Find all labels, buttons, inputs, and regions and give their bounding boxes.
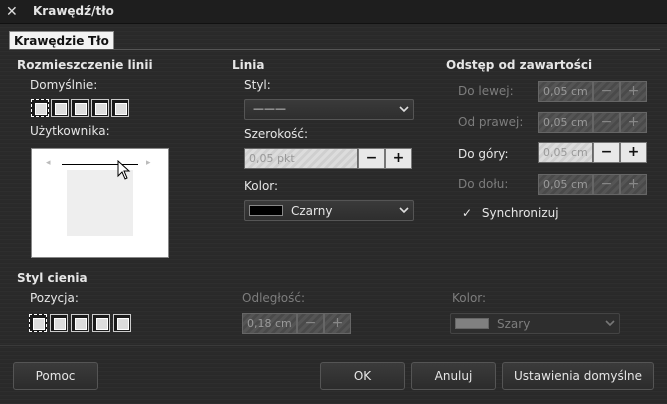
user-defined-label: Użytkownika: [30,124,110,138]
line-heading: Linia [232,58,265,72]
chevron-down-icon [605,320,615,327]
line-width-label: Szerokość: [244,127,309,141]
shadow-position-label: Pozycja: [30,291,79,305]
padding-top-label: Do góry: [458,147,509,161]
synchronize-checkbox[interactable]: ✓ Synchronizuj [462,206,559,220]
padding-right-increase-button[interactable]: + [620,112,647,133]
shadow-top-right[interactable] [71,314,89,332]
shadow-top-left[interactable] [113,314,131,332]
reset-defaults-button[interactable]: Ustawienia domyślne [502,362,654,390]
padding-top-spinner[interactable]: 0,05 cm − + [538,142,647,163]
padding-left-input[interactable]: 0,05 cm [538,81,593,102]
title-bar: ✕ Krawędź/tło [0,0,667,24]
preset-none[interactable] [31,99,49,117]
mouse-cursor-icon [117,160,131,180]
cancel-button[interactable]: Anuluj [411,362,496,390]
ok-button[interactable]: OK [320,362,405,390]
border-preview-canvas[interactable]: ◂ ▸ [31,148,169,258]
line-style-value: ——— [253,102,286,115]
shadow-distance-decrease-button[interactable]: − [297,313,324,334]
padding-top-input[interactable]: 0,05 cm [538,142,593,163]
line-color-swatch [249,205,283,216]
shadow-bottom-left[interactable] [92,314,110,332]
line-width-decrease-button[interactable]: − [358,148,385,169]
padding-left-increase-button[interactable]: + [620,81,647,102]
shadow-color-value: Szary [497,317,531,331]
shadow-distance-increase-button[interactable]: + [324,313,351,334]
line-style-select[interactable]: ——— [244,99,414,120]
shadow-none[interactable] [29,314,47,332]
checkmark-icon: ✓ [462,206,473,220]
shadow-distance-label: Odległość: [242,291,306,305]
padding-bottom-input[interactable]: 0,05 cm [538,174,593,195]
shadow-position-presets [29,314,131,332]
right-marker-icon: ▸ [146,158,151,168]
padding-right-decrease-button[interactable]: − [593,112,620,133]
preset-outer[interactable] [91,99,109,117]
preset-left-right[interactable] [111,99,129,117]
left-marker-icon: ◂ [46,158,51,168]
preset-box-inner[interactable] [71,99,89,117]
padding-bottom-spinner[interactable]: 0,05 cm − + [538,174,647,195]
line-color-value: Czarny [291,204,333,218]
padding-left-decrease-button[interactable]: − [593,81,620,102]
shadow-bottom-right[interactable] [50,314,68,332]
line-style-label: Styl: [244,78,271,92]
tab-background[interactable]: Tło [84,31,114,50]
synchronize-label: Synchronizuj [481,206,559,220]
padding-bottom-decrease-button[interactable]: − [593,174,620,195]
padding-top-increase-button[interactable]: + [620,142,647,163]
padding-heading: Odstęp od zawartości [446,58,593,72]
line-width-input[interactable]: 0,05 pkt [244,148,358,169]
padding-bottom-label: Do dołu: [458,177,509,191]
footer-divider [0,345,667,346]
shadow-distance-spinner[interactable]: 0,18 cm − + [242,313,351,334]
help-button[interactable]: Pomoc [13,362,98,390]
shadow-color-label: Kolor: [452,291,487,305]
window-title: Krawędź/tło [33,4,114,18]
line-width-spinner[interactable]: 0,05 pkt − + [244,148,412,169]
chevron-down-icon [399,106,409,113]
line-color-select[interactable]: Czarny [244,200,414,221]
shadow-color-swatch [455,318,489,329]
shadow-heading: Styl cienia [17,271,88,285]
tab-borders[interactable]: Krawędzie [9,31,90,50]
shadow-color-select[interactable]: Szary [450,313,620,334]
padding-right-input[interactable]: 0,05 cm [538,112,593,133]
padding-right-spinner[interactable]: 0,05 cm − + [538,112,647,133]
close-icon[interactable]: ✕ [6,3,18,21]
padding-right-label: Od prawej: [458,115,524,129]
padding-left-label: Do lewej: [458,84,514,98]
line-width-increase-button[interactable]: + [385,148,412,169]
arrangement-heading: Rozmieszczenie linii [17,58,153,72]
preset-box[interactable] [51,99,69,117]
line-color-label: Kolor: [244,179,279,193]
default-label: Domyślnie: [30,78,98,92]
tab-divider [9,49,660,50]
default-presets [31,99,129,117]
padding-bottom-increase-button[interactable]: + [620,174,647,195]
shadow-distance-input[interactable]: 0,18 cm [242,313,297,334]
padding-top-decrease-button[interactable]: − [593,142,620,163]
padding-left-spinner[interactable]: 0,05 cm − + [538,81,647,102]
chevron-down-icon [399,207,409,214]
